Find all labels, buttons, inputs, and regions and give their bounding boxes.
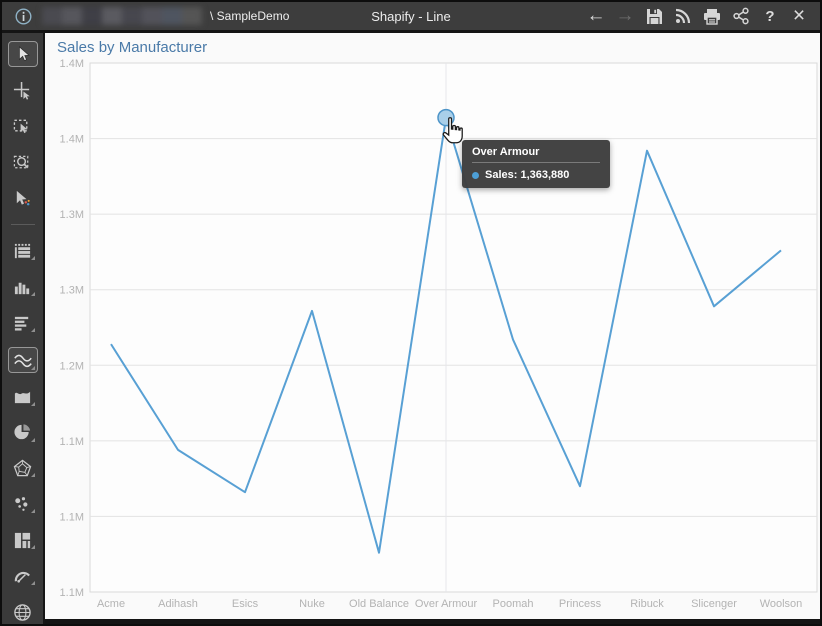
x-category-label: Nuke: [299, 598, 325, 610]
back-icon[interactable]: ←: [585, 5, 607, 27]
grid-icon: [13, 242, 32, 261]
x-category-label: Over Armour: [415, 598, 478, 610]
zoom-select-tool[interactable]: [8, 151, 38, 175]
breadcrumb: \ SampleDemo: [210, 9, 289, 23]
pointer-dots-icon: [13, 189, 32, 208]
crosshair-pointer-icon: [13, 81, 32, 100]
series-dot-icon: [472, 172, 479, 179]
tooltip-title: Over Armour: [472, 146, 600, 162]
tool-sidebar: [2, 33, 45, 624]
treemap-icon: [13, 531, 32, 550]
share-icon[interactable]: [730, 5, 752, 27]
x-category-label: Princess: [559, 598, 602, 610]
info-icon[interactable]: [12, 5, 34, 27]
chart-title: Sales by Manufacturer: [57, 39, 207, 56]
marquee-icon: [13, 117, 32, 136]
pie-chart-icon: [13, 423, 32, 442]
area-chart-icon: [13, 387, 32, 406]
marquee-select-tool[interactable]: [8, 115, 38, 139]
tooltip-divider: [472, 162, 600, 163]
radar-chart-tool[interactable]: [8, 457, 38, 481]
globe-chart-tool[interactable]: [8, 600, 38, 624]
x-category-label: Slicenger: [691, 598, 737, 610]
pie-chart-tool[interactable]: [8, 421, 38, 445]
tooltip-value: Sales: 1,363,880: [485, 169, 569, 181]
y-tick-label: 1.3M: [60, 285, 84, 297]
feed-icon[interactable]: [672, 5, 694, 27]
y-tick-label: 1.4M: [60, 134, 84, 146]
line-chart-icon: [13, 351, 33, 369]
scatter-chart-tool[interactable]: [8, 492, 38, 516]
x-category-label: Adihash: [158, 598, 198, 610]
x-category-label: Woolson: [760, 598, 803, 610]
help-icon[interactable]: ?: [759, 5, 781, 27]
x-category-label: Esics: [232, 598, 259, 610]
y-tick-label: 1.3M: [60, 209, 84, 221]
close-icon[interactable]: ×: [788, 5, 810, 27]
highlight-pointer-tool[interactable]: [8, 186, 38, 210]
line-chart-tool[interactable]: [8, 347, 38, 373]
x-category-label: Acme: [97, 598, 125, 610]
save-icon[interactable]: [643, 5, 665, 27]
print-icon[interactable]: [701, 5, 723, 27]
app-window: \ SampleDemo Shapify - Line ← →: [2, 2, 820, 624]
scatter-chart-icon: [13, 495, 32, 514]
cursor-icon: [14, 45, 32, 63]
grid-view-tool[interactable]: [8, 239, 38, 263]
sidebar-divider: [11, 224, 35, 225]
tooltip: Over Armour Sales: 1,363,880: [462, 140, 610, 188]
chart-panel: Sales by Manufacturer 1.4M1.4M1.3M1.3M1.…: [45, 33, 820, 619]
select-pointer-tool[interactable]: [8, 41, 38, 67]
x-category-label: Ribuck: [630, 598, 664, 610]
gauge-icon: [13, 567, 32, 586]
title-bar: \ SampleDemo Shapify - Line ← →: [2, 2, 820, 30]
y-tick-label: 1.2M: [60, 360, 84, 372]
zoom-marquee-icon: [13, 153, 32, 172]
hand-cursor-icon: [440, 116, 466, 146]
pan-pointer-tool[interactable]: [8, 79, 38, 103]
x-category-label: Poomah: [493, 598, 534, 610]
radar-chart-icon: [13, 459, 32, 478]
y-tick-label: 1.1M: [60, 436, 84, 448]
y-tick-label: 1.4M: [60, 58, 84, 70]
globe-icon: [13, 603, 32, 622]
hbar-chart-icon: [13, 314, 32, 333]
forward-icon[interactable]: →: [614, 5, 636, 27]
y-tick-label: 1.1M: [60, 587, 84, 599]
x-category-label: Old Balance: [349, 598, 409, 610]
line-chart-plot[interactable]: 1.4M 1.4M 1.3M 1.3M 1.2M 1.1M 1.1M 1.1M Acme Adih…: [45, 33, 820, 619]
gauge-chart-tool[interactable]: [8, 564, 38, 588]
treemap-chart-tool[interactable]: [8, 528, 38, 552]
bar-chart-tool[interactable]: [8, 275, 38, 299]
hbar-chart-tool[interactable]: [8, 311, 38, 335]
area-chart-tool[interactable]: [8, 385, 38, 409]
bar-chart-icon: [13, 278, 32, 297]
y-tick-label: 1.1M: [60, 511, 84, 523]
redacted-path: [42, 7, 202, 25]
